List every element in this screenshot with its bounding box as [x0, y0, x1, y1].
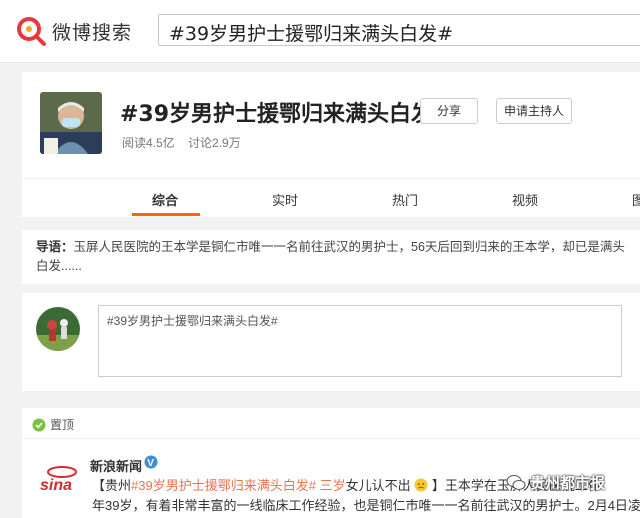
composer-card: #39岁男护士援鄂归来满头白发#	[22, 293, 640, 391]
intro-body: 玉屏人民医院的王本学是铜仁市唯一一名前往武汉的男护士，56天后回到归来的王本学，…	[36, 240, 625, 273]
user-avatar[interactable]	[36, 307, 80, 351]
search-input-value: #39岁男护士援鄂归来满头白发#	[169, 23, 454, 45]
weibo-search-logo[interactable]: 微博搜索	[14, 14, 132, 48]
share-button[interactable]: 分享	[420, 98, 478, 124]
pinned-label-row: 置顶	[32, 416, 74, 433]
svg-text:V: V	[147, 458, 154, 469]
wechat-watermark-icon	[506, 474, 526, 490]
tab-comprehensive[interactable]: 综合	[152, 190, 178, 209]
apply-host-button[interactable]: 申请主持人	[496, 98, 572, 124]
svg-text:sina: sina	[40, 477, 72, 494]
post-author[interactable]: 新浪新闻	[90, 456, 142, 475]
sina-logo-icon[interactable]: sina	[38, 464, 86, 494]
topic-header-card: #39岁男护士援鄂归来满头白发# 分享 申请主持人 阅读4.5亿 讨论2.9万	[22, 72, 640, 178]
search-input[interactable]: #39岁男护士援鄂归来满头白发#	[158, 14, 640, 46]
tab-realtime[interactable]: 实时	[272, 190, 298, 209]
watermark-text: 贵州都市报	[530, 475, 606, 492]
watermark: 贵州都市报	[506, 472, 605, 493]
read-count: 阅读4.5亿	[122, 136, 175, 150]
tab-image[interactable]: 图	[632, 190, 640, 209]
tab-video[interactable]: 视频	[512, 190, 538, 209]
user-avatar-icon	[36, 307, 80, 351]
feed-card: 置顶 sina 新浪新闻 V 【贵州#39岁男护士援鄂归来满头白发# 三岁女儿认…	[22, 408, 640, 518]
intro-text: 导语：玉屏人民医院的王本学是铜仁市唯一一名前往武汉的男护士，56天后回到归来的王…	[36, 238, 626, 276]
composer-text: #39岁男护士援鄂归来满头白发#	[107, 314, 278, 328]
search-logo-icon	[17, 17, 46, 46]
tab-bar: 综合 实时 热门 视频 图	[22, 178, 640, 217]
pinned-label: 置顶	[50, 418, 75, 432]
discuss-count: 讨论2.9万	[188, 136, 241, 150]
topic-stats: 阅读4.5亿 讨论2.9万	[122, 134, 251, 151]
intro-card: 导语：玉屏人民医院的王本学是铜仁市唯一一名前往武汉的男护士，56天后回到归来的王…	[22, 230, 640, 284]
sub-topic-link[interactable]: 三岁	[320, 478, 346, 493]
nurse-photo-icon	[40, 92, 102, 154]
post-line2: 年39岁，有着非常丰富的一线临床工作经验，也是铜仁市唯一一名前往武汉的男护士。2…	[92, 498, 640, 513]
intro-label: 导语：	[36, 240, 74, 254]
topic-link[interactable]: #39岁男护士援鄂归来满头白发#	[131, 478, 316, 493]
sad-emoji-icon	[414, 478, 428, 492]
post-composer-input[interactable]: #39岁男护士援鄂归来满头白发#	[98, 305, 622, 377]
post-bracket-open: 【贵州	[92, 478, 132, 493]
pin-icon	[32, 418, 46, 431]
post-line1-tail: 女儿认不出	[345, 478, 411, 493]
topic-avatar	[40, 92, 102, 154]
verified-icon: V	[144, 455, 158, 469]
top-bar: 微博搜索 #39岁男护士援鄂归来满头白发#	[0, 0, 640, 63]
feed-divider	[22, 438, 640, 439]
active-tab-indicator	[132, 213, 200, 216]
logo-text: 微博搜索	[52, 21, 133, 44]
topic-title: #39岁男护士援鄂归来满头白发#	[120, 102, 452, 127]
tab-hot[interactable]: 热门	[392, 190, 418, 209]
